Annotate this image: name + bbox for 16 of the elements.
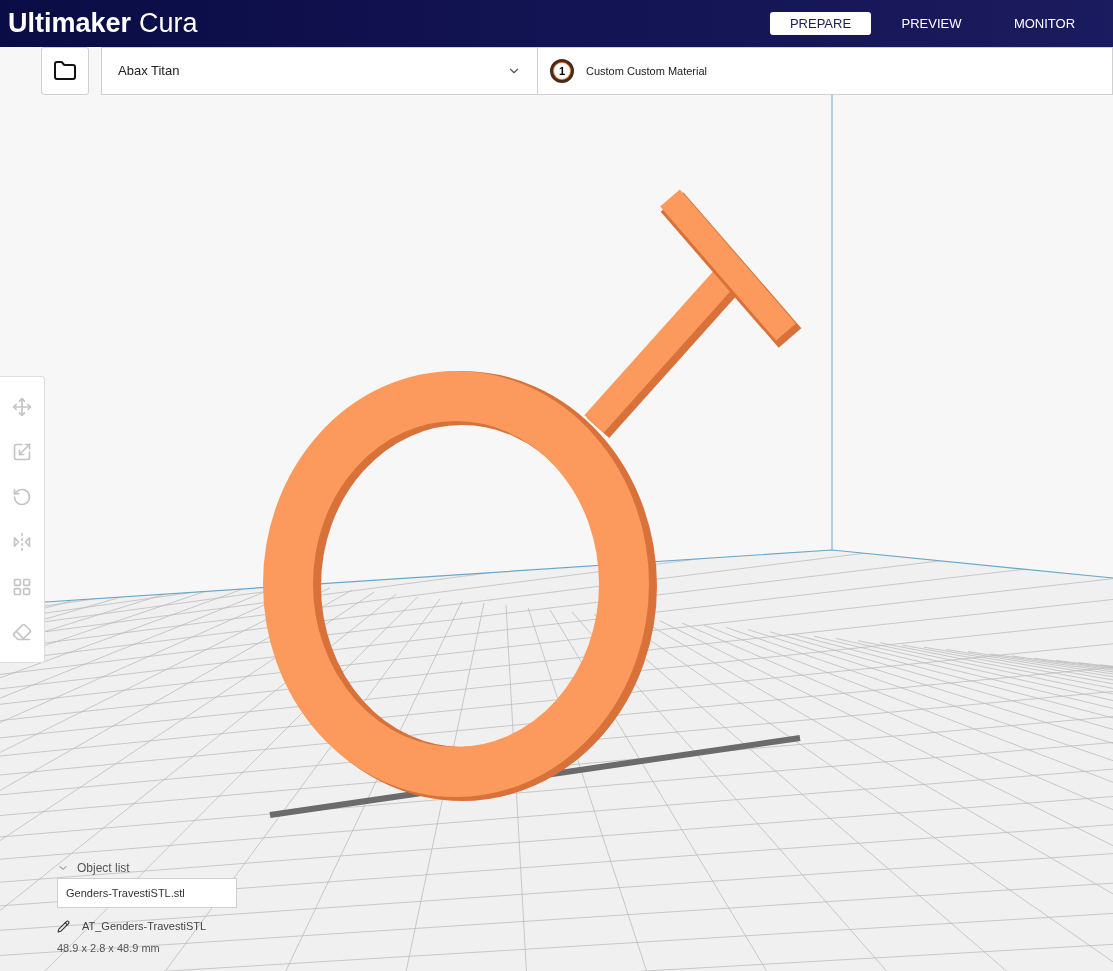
folder-icon bbox=[53, 59, 77, 83]
object-name: AT_Genders-TravestiSTL bbox=[82, 918, 207, 934]
product-name: Cura bbox=[139, 10, 198, 37]
pencil-icon bbox=[57, 919, 70, 933]
stage-tab[interactable]: MONITOR bbox=[992, 12, 1097, 35]
printer-selector[interactable]: Abax Titan bbox=[101, 47, 538, 95]
extruder-badge: 1 bbox=[550, 59, 574, 83]
object-list-toggle[interactable]: Object list bbox=[57, 859, 130, 877]
open-file-button[interactable] bbox=[41, 47, 89, 95]
object-dimensions: 48.9 x 2.8 x 48.9 mm bbox=[57, 941, 161, 956]
stage-tab[interactable]: PREVIEW bbox=[879, 12, 984, 35]
stage-tab[interactable]: PREPARE bbox=[770, 12, 871, 35]
material-name: Custom Custom Material bbox=[586, 63, 708, 79]
material-selector[interactable]: 1 Custom Custom Material bbox=[538, 47, 1113, 95]
brand-name: Ultimaker bbox=[8, 10, 132, 37]
object-list-item[interactable]: Genders-TravestiSTL.stl bbox=[57, 878, 237, 908]
